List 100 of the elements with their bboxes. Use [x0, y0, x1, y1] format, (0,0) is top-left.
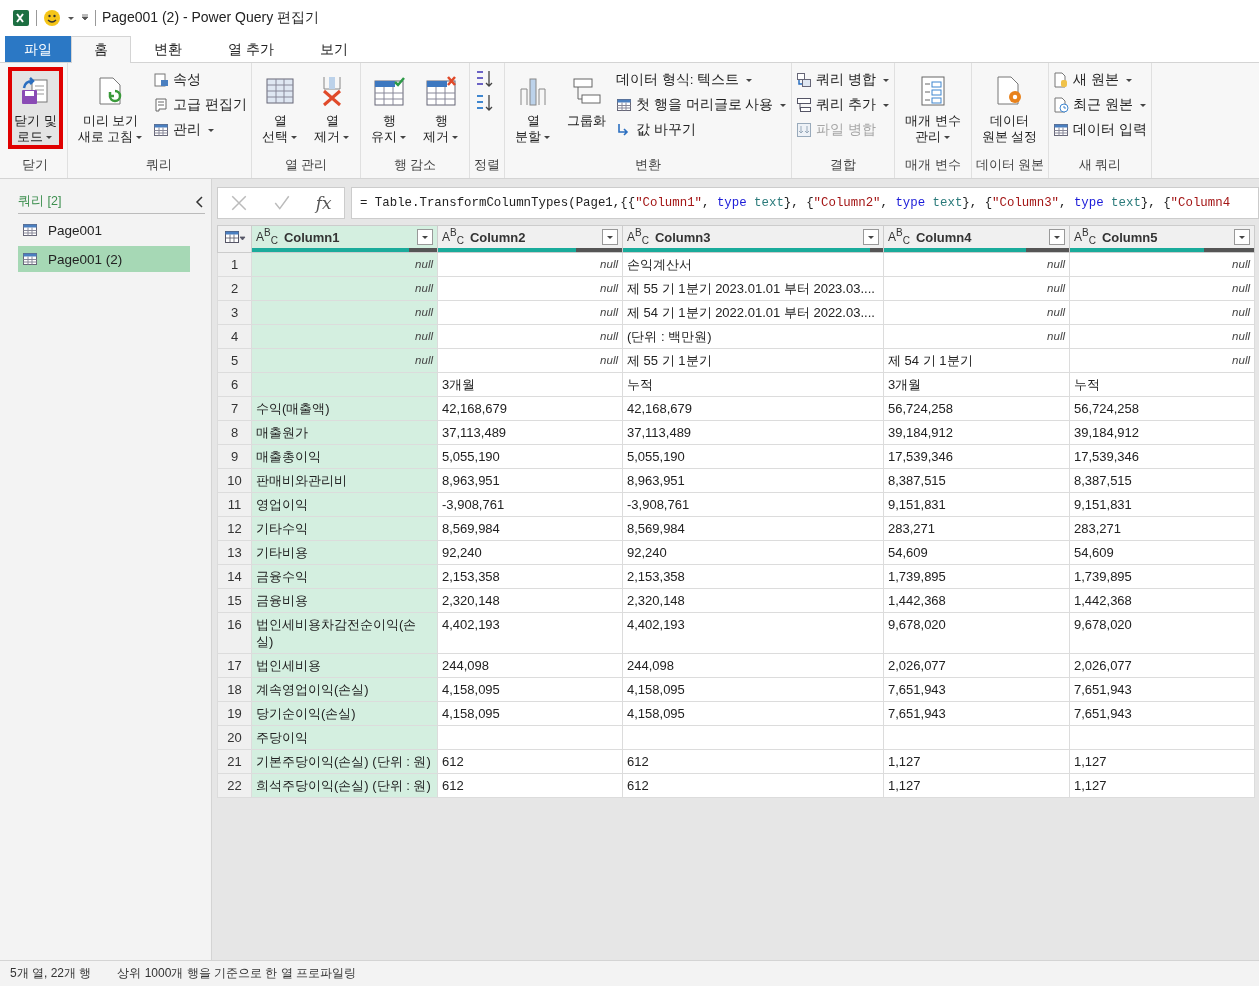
- row-number: 3: [217, 300, 252, 325]
- ribbon-button[interactable]: 열 선택: [256, 67, 304, 149]
- filter-dropdown-icon[interactable]: [602, 229, 618, 245]
- table-cell: 56,724,258: [883, 396, 1070, 421]
- group-label: 데이터 원본: [975, 156, 1045, 174]
- table-cell: null: [883, 252, 1070, 277]
- ribbon-button[interactable]: 값 바꾸기: [616, 120, 788, 139]
- ribbon-tab[interactable]: 파일: [5, 36, 71, 62]
- table-cell: 39,184,912: [1069, 420, 1255, 445]
- group-label: 열 관리: [283, 156, 329, 174]
- ribbon-button[interactable]: 쿼리 병합: [796, 70, 891, 89]
- column-header[interactable]: A$^{B}$$_{C}$ Column1: [251, 225, 438, 253]
- table-cell: null: [883, 300, 1070, 325]
- table-cell: 희석주당이익(손실) (단위 : 원): [251, 773, 438, 798]
- table-cell: 7,651,943: [1069, 677, 1255, 702]
- table-columns-icon: [264, 75, 296, 107]
- table-icon: [1053, 121, 1070, 138]
- table-cell: 2,026,077: [1069, 653, 1255, 678]
- group-label: 결합: [829, 156, 858, 174]
- table-cell: 제 55 기 1분기 2023.01.01 부터 2023.03....: [622, 276, 884, 301]
- ribbon-button[interactable]: 열 제거: [308, 67, 356, 149]
- table-cell: 244,098: [622, 653, 884, 678]
- merge-icon: [796, 71, 813, 88]
- group-icon: [570, 75, 603, 107]
- row-number: 10: [217, 468, 252, 493]
- table-cell: 2,153,358: [437, 564, 623, 589]
- table-cell: 56,724,258: [1069, 396, 1255, 421]
- ribbon-button[interactable]: 닫기 및 로드: [8, 67, 63, 149]
- excel-icon[interactable]: [12, 9, 30, 27]
- table-cell: null: [437, 348, 623, 373]
- fx-button[interactable]: fx: [315, 193, 332, 213]
- table-delete-icon: [425, 75, 457, 107]
- table-cell: 제 54 기 1분기: [883, 348, 1070, 373]
- sort-descending-button[interactable]: [474, 93, 494, 113]
- ribbon-button[interactable]: 데이터 형식: 텍스트: [616, 70, 788, 89]
- row-number: 21: [217, 749, 252, 774]
- table-cell: null: [1069, 252, 1255, 277]
- formula-field[interactable]: = Table.TransformColumnTypes(Page1,{{"Column1", type text}, {"Column2", type text}, {"Column3", type text}, {"Column4: [351, 187, 1259, 219]
- table-cell: null: [1069, 324, 1255, 349]
- table-cell: 7,651,943: [883, 677, 1070, 702]
- ribbon-button[interactable]: 미리 보기 새로 고침: [71, 67, 150, 149]
- ribbon-button[interactable]: 쿼리 추가: [796, 95, 891, 114]
- column-header[interactable]: A$^{B}$$_{C}$ Column5: [1069, 225, 1255, 253]
- table-cell: null: [251, 252, 438, 277]
- caret-icon[interactable]: [67, 14, 75, 22]
- ribbon-button[interactable]: 첫 행을 머리글로 사용: [616, 95, 788, 114]
- table-cell: 1,442,368: [883, 588, 1070, 613]
- filter-dropdown-icon[interactable]: [863, 229, 879, 245]
- group-label: 매개 변수: [904, 156, 962, 174]
- ribbon-tab[interactable]: 보기: [296, 36, 371, 62]
- row-number: 2: [217, 276, 252, 301]
- group-label: 정렬: [474, 156, 500, 174]
- ribbon-button[interactable]: 열 분할: [509, 67, 557, 149]
- row-number: 15: [217, 588, 252, 613]
- sort-ascending-button[interactable]: [474, 69, 494, 89]
- table-icon: [616, 96, 632, 113]
- ribbon-tab[interactable]: 변환: [131, 36, 205, 62]
- ribbon-button[interactable]: 최근 원본: [1053, 95, 1148, 114]
- table-cell: 수익(매출액): [251, 396, 438, 421]
- table-cell: (단위 : 백만원): [622, 324, 884, 349]
- table-cell: null: [437, 252, 623, 277]
- sort-descending-icon: [474, 93, 494, 113]
- ribbon-button[interactable]: 행 유지: [365, 67, 413, 149]
- collapse-icon[interactable]: [195, 194, 205, 209]
- column-header[interactable]: A$^{B}$$_{C}$ Column2: [437, 225, 623, 253]
- table-cell: 4,402,193: [437, 612, 623, 654]
- table-cell: 42,168,679: [622, 396, 884, 421]
- ribbon-button[interactable]: 매개 변수 관리: [899, 67, 967, 149]
- filter-dropdown-icon[interactable]: [1049, 229, 1065, 245]
- status-text: 상위 1000개 행을 기준으로 한 열 프로파일링: [117, 965, 357, 982]
- column-header[interactable]: A$^{B}$$_{C}$ Column3: [622, 225, 884, 253]
- filter-dropdown-icon[interactable]: [1234, 229, 1250, 245]
- query-item[interactable]: Page001 (2): [18, 246, 190, 272]
- table-cell: 4,158,095: [622, 677, 884, 702]
- ribbon-button[interactable]: 고급 편집기: [153, 95, 247, 114]
- ribbon-button[interactable]: 관리: [153, 120, 247, 139]
- ribbon-button[interactable]: 속성: [153, 70, 247, 89]
- table-cell: 8,387,515: [883, 468, 1070, 493]
- new-source-icon: [1053, 71, 1070, 88]
- query-item[interactable]: Page001: [18, 217, 190, 243]
- group-label: 쿼리: [145, 156, 174, 174]
- ribbon-tab[interactable]: 열 추가: [205, 36, 297, 62]
- customize-icon[interactable]: [81, 14, 89, 22]
- table-cell: 금융수익: [251, 564, 438, 589]
- table-cell: 9,678,020: [883, 612, 1070, 654]
- smiley-icon[interactable]: [43, 9, 61, 27]
- filter-dropdown-icon[interactable]: [417, 229, 433, 245]
- table-check-icon: [373, 75, 405, 107]
- table-cell: 기타수익: [251, 516, 438, 541]
- table-cell: null: [437, 276, 623, 301]
- queries-title: 쿼리 [2]: [18, 193, 62, 210]
- ribbon-button[interactable]: 그룹화: [561, 67, 612, 133]
- check-icon[interactable]: [273, 194, 292, 212]
- column-header[interactable]: A$^{B}$$_{C}$ Column4: [883, 225, 1070, 253]
- ribbon-button[interactable]: 새 원본: [1053, 70, 1148, 89]
- ribbon-button[interactable]: 데이터 원본 설정: [975, 67, 1044, 149]
- ribbon-button[interactable]: 데이터 입력: [1053, 120, 1148, 139]
- ribbon-tab[interactable]: 홈: [71, 36, 131, 63]
- ribbon-button[interactable]: 행 제거: [417, 67, 465, 149]
- table-menu-icon[interactable]: [223, 230, 246, 244]
